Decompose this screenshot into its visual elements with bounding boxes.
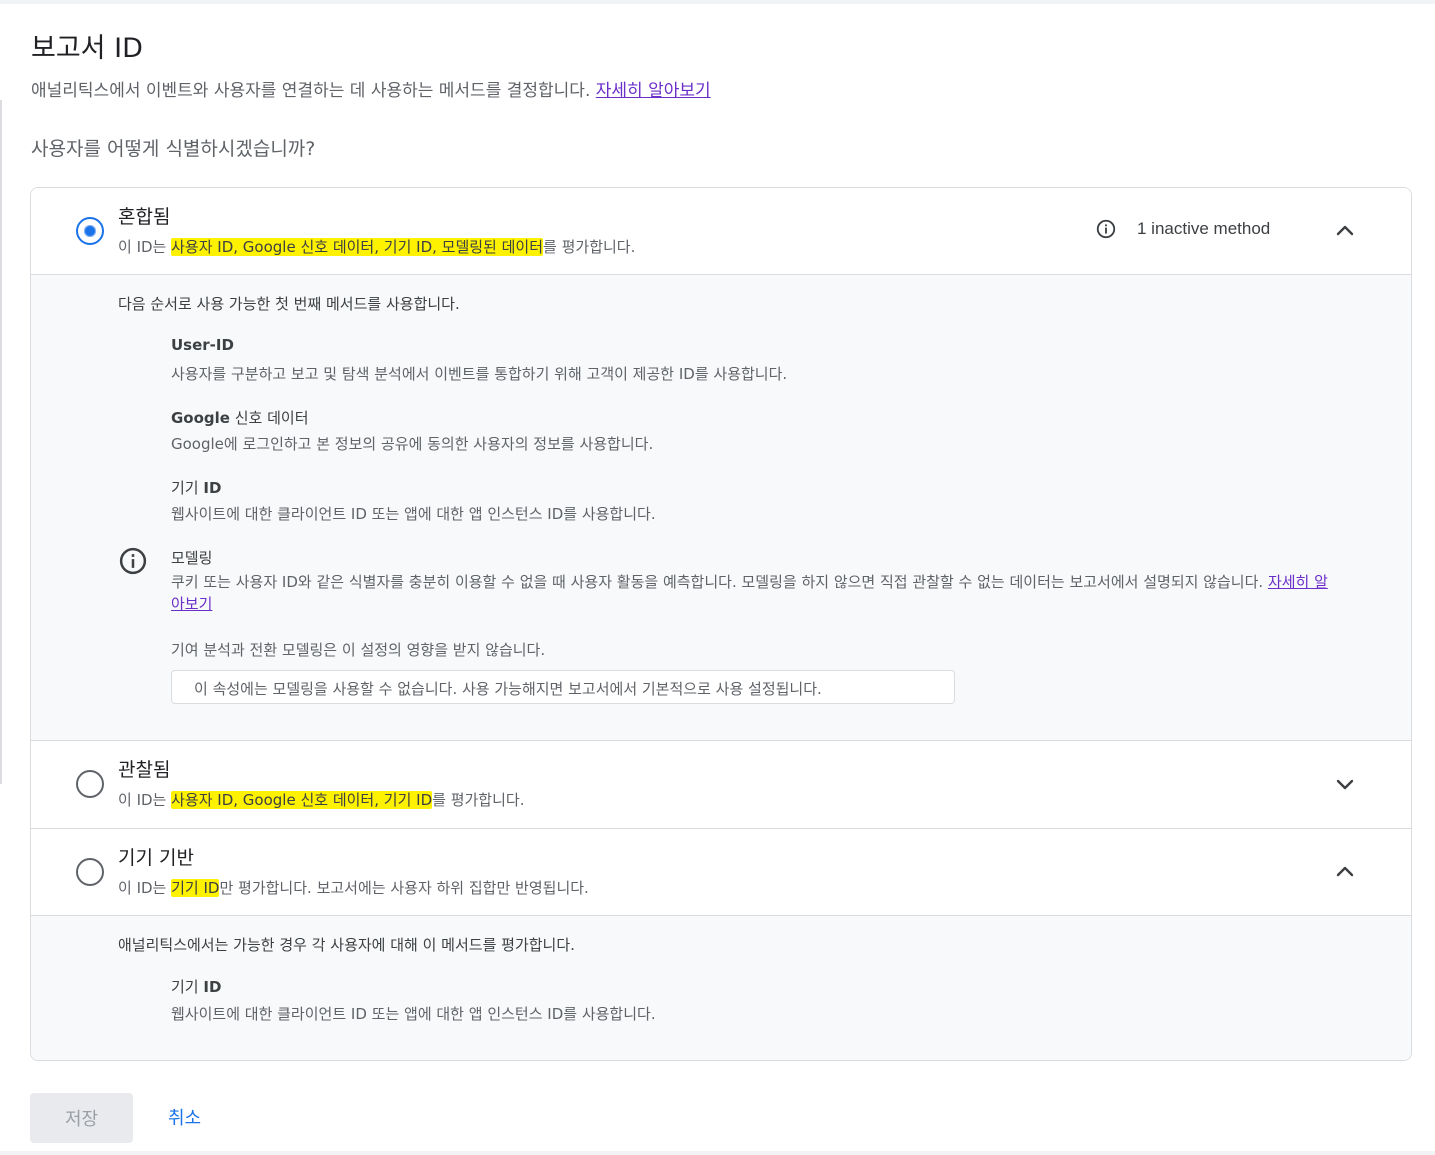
option-subtitle: 이 ID는 사용자 ID, Google 신호 데이터, 기기 ID를 평가합니… [118, 789, 524, 810]
modeling-unavailable-notice: 이 속성에는 모델링을 사용할 수 없습니다. 사용 가능해지면 보고서에서 기… [171, 670, 955, 704]
option-observed[interactable]: 관찰됨 이 ID는 사용자 ID, Google 신호 데이터, 기기 ID를 … [31, 741, 1411, 828]
method-title-bold: ID [203, 978, 222, 996]
page-title: 보고서 ID [31, 33, 143, 64]
option-blended[interactable]: 혼합됨 이 ID는 사용자 ID, Google 신호 데이터, 기기 ID, … [31, 188, 1411, 274]
method-desc-device-id: 웹사이트에 대한 클라이언트 ID 또는 앱에 대한 앱 인스턴스 ID를 사용… [171, 505, 656, 523]
radio-blended[interactable] [76, 217, 104, 245]
subtitle-prefix: 이 ID는 [118, 238, 172, 256]
details-intro: 다음 순서로 사용 가능한 첫 번째 메서드를 사용합니다. [118, 295, 460, 313]
radio-device-based[interactable] [76, 858, 104, 886]
subtitle-suffix: 만 평가합니다. 보고서에는 사용자 하위 집합만 반영됩니다. [219, 879, 589, 897]
cancel-button[interactable]: 취소 [168, 1104, 201, 1130]
info-icon [1096, 219, 1116, 239]
page-description: 애널리틱스에서 이벤트와 사용자를 연결하는 데 사용하는 메서드를 결정합니다… [31, 76, 711, 101]
option-title: 관찰됨 [118, 759, 171, 781]
option-title: 기기 기반 [118, 847, 194, 869]
subtitle-prefix: 이 ID는 [118, 879, 172, 897]
method-title-modeling: 모델링 [171, 547, 212, 568]
modeling-title: 모델링 [171, 549, 213, 567]
subtitle-highlight: 기기 ID [171, 879, 220, 897]
learn-more-link[interactable]: 자세히 알아보기 [596, 81, 711, 101]
option-subtitle: 이 ID는 사용자 ID, Google 신호 데이터, 기기 ID, 모델링된… [118, 236, 635, 257]
chevron-down-icon[interactable] [1333, 772, 1357, 796]
method-desc-device-id: 웹사이트에 대한 클라이언트 ID 또는 앱에 대한 앱 인스턴스 ID를 사용… [171, 1005, 656, 1023]
bottom-strip [0, 1151, 1435, 1155]
method-title-bold: ID [203, 479, 222, 497]
option-subtitle: 이 ID는 기기 ID만 평가합니다. 보고서에는 사용자 하위 집합만 반영됩… [118, 877, 589, 898]
method-title-regular: 기기 [171, 479, 204, 497]
method-title-bold: Google [171, 409, 230, 427]
option-title: 혼합됨 [118, 206, 171, 228]
modeling-note: 기여 분석과 전환 모델링은 이 설정의 영향을 받지 않습니다. [171, 641, 546, 659]
radio-observed[interactable] [76, 770, 104, 798]
subtitle-suffix: 를 평가합니다. [432, 791, 525, 809]
subtitle-suffix: 를 평가합니다. [543, 238, 636, 256]
reporting-identity-panel: 혼합됨 이 ID는 사용자 ID, Google 신호 데이터, 기기 ID, … [30, 187, 1412, 1061]
device-based-details: 애널리틱스에서는 가능한 경우 각 사용자에 대해 이 메서드를 평가합니다. … [31, 915, 1411, 1060]
method-title-device-id: 기기 ID [171, 976, 221, 997]
inactive-methods-label: 1 inactive method [1137, 219, 1271, 238]
subtitle-highlight: 사용자 ID, Google 신호 데이터, 기기 ID [171, 791, 433, 809]
modeling-desc-text: 쿠키 또는 사용자 ID와 같은 식별자를 충분히 이용할 수 없을 때 사용자… [171, 573, 1264, 591]
option-device-based[interactable]: 기기 기반 이 ID는 기기 ID만 평가합니다. 보고서에는 사용자 하위 집… [31, 829, 1411, 915]
details-intro: 애널리틱스에서는 가능한 경우 각 사용자에 대해 이 메서드를 평가합니다. [118, 936, 575, 954]
subtitle-highlight: 사용자 ID, Google 신호 데이터, 기기 ID, 모델링된 데이터 [171, 238, 544, 256]
page-description-text: 애널리틱스에서 이벤트와 사용자를 연결하는 데 사용하는 메서드를 결정합니다… [31, 81, 591, 101]
chevron-up-icon[interactable] [1333, 860, 1357, 884]
blended-details: 다음 순서로 사용 가능한 첫 번째 메서드를 사용합니다. User-ID 사… [31, 274, 1411, 740]
method-desc-modeling: 쿠키 또는 사용자 ID와 같은 식별자를 충분히 이용할 수 없을 때 사용자… [171, 571, 1331, 615]
method-title-bold: User-ID [171, 336, 234, 354]
identity-question: 사용자를 어떻게 식별하시겠습니까? [31, 138, 316, 160]
method-desc-user-id: 사용자를 구분하고 보고 및 탐색 분석에서 이벤트를 통합하기 위해 고객이 … [171, 365, 788, 383]
method-title-regular: 기기 [171, 978, 204, 996]
save-button[interactable]: 저장 [30, 1093, 133, 1143]
chevron-up-icon[interactable] [1333, 219, 1357, 243]
method-title-user-id: User-ID [171, 336, 234, 354]
method-title-regular: 신호 데이터 [229, 409, 309, 427]
method-desc-google-signals: Google에 로그인하고 본 정보의 공유에 동의한 사용자의 정보를 사용합… [171, 435, 654, 453]
inactive-methods-indicator[interactable]: 1 inactive method [1095, 218, 1270, 240]
left-rule [0, 100, 2, 784]
method-title-google-signals: Google 신호 데이터 [171, 407, 309, 428]
modeling-info-icon [119, 547, 147, 575]
method-title-device-id: 기기 ID [171, 477, 221, 498]
subtitle-prefix: 이 ID는 [118, 791, 172, 809]
top-strip [0, 0, 1435, 4]
